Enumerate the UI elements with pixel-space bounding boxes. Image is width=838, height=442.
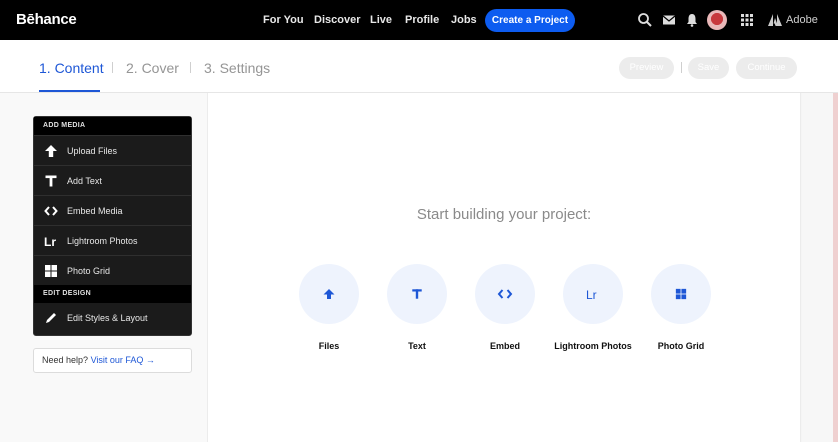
- embed-code-icon: [497, 289, 513, 299]
- faq-link[interactable]: Visit our FAQ →: [91, 355, 155, 365]
- step-cover[interactable]: 2. Cover: [126, 60, 179, 76]
- nav-link-live[interactable]: Live: [370, 14, 392, 26]
- photo-grid-label: Photo Grid: [67, 266, 111, 276]
- add-media-heading: ADD MEDIA: [34, 117, 191, 135]
- continue-button[interactable]: Continue: [736, 57, 797, 79]
- upload-files-item[interactable]: Upload Files: [34, 135, 191, 165]
- help-box: Need help? Visit our FAQ →: [33, 348, 192, 373]
- svg-text:Lr: Lr: [44, 235, 56, 248]
- option-files-circle[interactable]: [299, 264, 359, 324]
- avatar[interactable]: [707, 10, 727, 30]
- edit-styles-item[interactable]: Edit Styles & Layout: [34, 303, 191, 333]
- option-files[interactable]: Files: [299, 264, 359, 353]
- create-project-button[interactable]: Create a Project: [485, 9, 575, 32]
- embed-media-item[interactable]: Embed Media: [34, 195, 191, 225]
- mail-icon[interactable]: [661, 12, 677, 28]
- photo-grid-icon: [45, 265, 57, 277]
- lightroom-photos-item[interactable]: Lr Lightroom Photos: [34, 225, 191, 255]
- text-icon: [412, 289, 422, 299]
- nav-link-jobs[interactable]: Jobs: [451, 14, 477, 26]
- add-text-item[interactable]: Add Text: [34, 165, 191, 195]
- adobe-logo-icon[interactable]: [767, 12, 783, 28]
- pencil-icon: [46, 313, 56, 323]
- option-lightroom[interactable]: Lr Lightroom Photos: [554, 264, 632, 353]
- add-text-label: Add Text: [67, 176, 102, 186]
- lightroom-photos-label: Lightroom Photos: [67, 236, 138, 246]
- text-icon: [45, 175, 57, 187]
- option-embed-circle[interactable]: [475, 264, 535, 324]
- option-photo-grid[interactable]: Photo Grid: [651, 264, 711, 353]
- button-divider: [681, 62, 682, 73]
- edit-styles-label: Edit Styles & Layout: [67, 313, 148, 323]
- option-lightroom-label: Lightroom Photos: [554, 341, 632, 351]
- upload-arrow-icon: [323, 289, 335, 299]
- search-icon[interactable]: [637, 12, 653, 28]
- option-text-label: Text: [408, 341, 426, 351]
- save-button[interactable]: Save: [688, 57, 729, 79]
- option-photo-grid-circle[interactable]: [651, 264, 711, 324]
- upload-files-label: Upload Files: [67, 146, 118, 156]
- step-bar: 1. Content 2. Cover 3. Settings Preview …: [0, 40, 838, 93]
- embed-code-icon: [44, 206, 58, 216]
- apps-grid-icon[interactable]: [739, 12, 755, 28]
- step-divider: [190, 62, 191, 73]
- step-divider: [112, 62, 113, 73]
- embed-media-label: Embed Media: [67, 206, 123, 216]
- edit-design-heading: EDIT DESIGN: [34, 285, 191, 303]
- option-text[interactable]: Text: [387, 264, 447, 353]
- preview-button[interactable]: Preview: [619, 57, 674, 79]
- top-nav: Bēhance For You Discover Live Profile Jo…: [0, 0, 838, 40]
- option-files-label: Files: [318, 341, 340, 351]
- adobe-label[interactable]: Adobe: [786, 14, 818, 26]
- option-embed[interactable]: Embed: [475, 264, 535, 353]
- page-edge-stripe: [833, 93, 838, 442]
- start-building-title: Start building your project:: [416, 206, 592, 223]
- option-photo-grid-label: Photo Grid: [657, 341, 705, 351]
- lightroom-icon: Lr: [586, 288, 597, 301]
- nav-link-profile[interactable]: Profile: [405, 14, 439, 26]
- nav-link-discover[interactable]: Discover: [314, 14, 360, 26]
- photo-grid-icon: [675, 288, 687, 300]
- option-embed-label: Embed: [489, 341, 520, 351]
- svg-text:Lr: Lr: [586, 288, 597, 301]
- photo-grid-item[interactable]: Photo Grid: [34, 255, 191, 285]
- bell-icon[interactable]: [684, 12, 700, 28]
- option-lightroom-circle[interactable]: Lr: [563, 264, 623, 324]
- step-content[interactable]: 1. Content: [39, 60, 104, 76]
- help-prefix: Need help?: [42, 355, 89, 365]
- lightroom-icon: Lr: [44, 235, 56, 248]
- add-media-panel: ADD MEDIA Upload Files Add Text Embed Me…: [33, 116, 192, 336]
- active-step-indicator: [39, 90, 100, 92]
- upload-arrow-icon: [45, 145, 57, 157]
- behance-logo[interactable]: Bēhance: [16, 11, 77, 28]
- option-text-circle[interactable]: [387, 264, 447, 324]
- nav-link-for-you[interactable]: For You: [263, 14, 304, 26]
- step-settings[interactable]: 3. Settings: [204, 60, 270, 76]
